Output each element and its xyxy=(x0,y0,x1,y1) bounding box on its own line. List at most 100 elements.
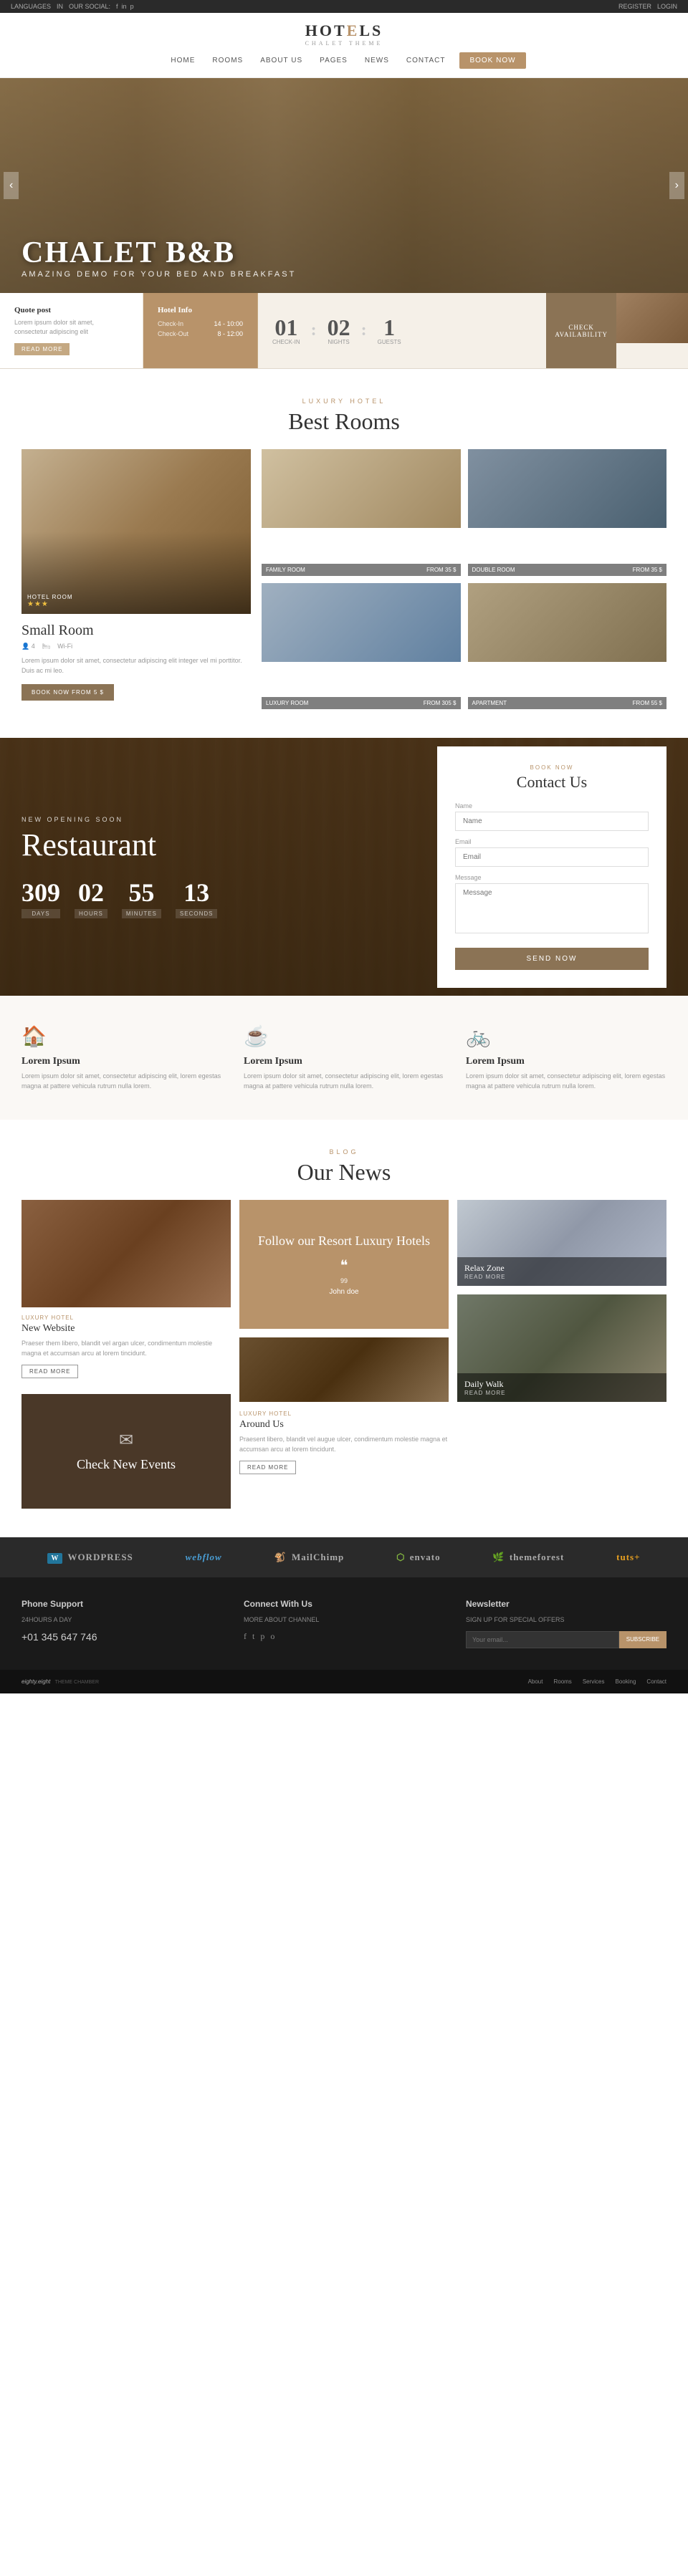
footer-bottom-nav: About Rooms Services Booking Contact xyxy=(528,1678,666,1685)
double-room-price: FROM 35 $ xyxy=(633,567,662,573)
checkin-label: Check-In xyxy=(158,320,183,327)
linkedin-icon[interactable]: in xyxy=(122,3,127,10)
rooms-section-title: Best Rooms xyxy=(22,408,666,435)
family-room-price: FROM 35 $ xyxy=(426,567,456,573)
guests-label: GUESTS xyxy=(378,339,401,345)
room-meta: 👤 4 🛏 Wi-Fi xyxy=(22,643,251,650)
feature-desc-1: Lorem ipsum dolor sit amet, consectetur … xyxy=(22,1072,222,1091)
daily-read-more[interactable]: READ MORE xyxy=(464,1390,659,1396)
features-section: 🏠 Lorem Ipsum Lorem ipsum dolor sit amet… xyxy=(0,996,688,1120)
news-col-1: LUXURY HOTEL New Website Praeser them li… xyxy=(22,1200,231,1509)
nights-label: NIGHTS xyxy=(328,339,350,345)
nav-contact[interactable]: CONTACT xyxy=(398,52,454,69)
feature-icon-1: 🏠 xyxy=(22,1024,222,1049)
news-card-1-image xyxy=(22,1200,231,1307)
hero-next-button[interactable]: › xyxy=(669,172,684,199)
footer-phone-number: +01 345 647 746 xyxy=(22,1629,222,1645)
room-thumb-family[interactable]: FAMILY ROOM FROM 35 $ xyxy=(262,449,461,576)
hours-number: 02 xyxy=(75,878,108,908)
hero-subtitle: AMAZING DEMO FOR YOUR BED AND BREAKFAST xyxy=(22,270,296,279)
partner-themeforest: 🌿 themeforest xyxy=(492,1552,564,1563)
room-thumb-luxury[interactable]: LUXURY ROOM FROM 305 $ xyxy=(262,583,461,710)
check-availability-button[interactable]: CHECKAVAILABILITY xyxy=(546,293,616,368)
footer-pin-icon[interactable]: p xyxy=(260,1631,264,1642)
time-separator-2: : xyxy=(361,321,367,340)
relax-overlay: Relax Zone READ MORE xyxy=(457,1257,666,1286)
countdown-hours: 02 HOURS xyxy=(75,878,108,918)
footer-link-about[interactable]: About xyxy=(528,1678,543,1685)
news-title-1: New Website xyxy=(22,1323,231,1335)
partners-section: W WORDPRESS webflow 🐒 MailChimp ⬡ envato… xyxy=(0,1537,688,1577)
hero-content: CHALET B&B AMAZING DEMO FOR YOUR BED AND… xyxy=(0,221,317,293)
hero-prev-button[interactable]: ‹ xyxy=(4,172,19,199)
footer-bottom: eighty.eight THEME CHAMBER About Rooms S… xyxy=(0,1670,688,1693)
logo-accent: E xyxy=(347,21,360,39)
main-nav: HOME ROOMS ABOUT US PAGES NEWS CONTACT B… xyxy=(162,52,525,69)
footer-brand: eighty.eight THEME CHAMBER xyxy=(22,1678,99,1685)
countdown-minutes: 55 MINUTES xyxy=(122,878,161,918)
footer-tw-icon[interactable]: t xyxy=(252,1631,254,1642)
relax-read-more[interactable]: READ MORE xyxy=(464,1274,659,1280)
mailchimp-icon: 🐒 xyxy=(274,1552,287,1562)
newsletter-email-input[interactable] xyxy=(466,1631,619,1648)
footer-phone: Phone Support 24HOURS A DAY +01 345 647 … xyxy=(22,1599,222,1648)
name-input[interactable] xyxy=(455,812,649,831)
contact-form-panel: BOOK NOW Contact Us Name Email Message S… xyxy=(437,746,666,988)
feature-item-2: ☕ Lorem Ipsum Lorem ipsum dolor sit amet… xyxy=(244,1024,444,1091)
nav-about[interactable]: ABOUT US xyxy=(252,52,311,69)
message-label: Message xyxy=(455,874,649,881)
luxury-room-price: FROM 305 $ xyxy=(424,700,457,706)
footer-yt-icon[interactable]: o xyxy=(270,1631,274,1642)
daily-walk-card: Daily Walk READ MORE xyxy=(457,1294,666,1402)
wordpress-w-icon: W xyxy=(47,1553,62,1564)
news-read-more-1[interactable]: READ MORE xyxy=(22,1365,78,1378)
apartment-image xyxy=(468,583,667,662)
message-input[interactable] xyxy=(455,883,649,933)
name-field: Name xyxy=(455,802,649,831)
nav-news[interactable]: NEWS xyxy=(356,52,398,69)
email-input[interactable] xyxy=(455,847,649,867)
newsletter-subscribe-button[interactable]: SUBSCRIBE xyxy=(619,1631,666,1648)
follow-card: Follow our Resort Luxury Hotels ❝ 99 Joh… xyxy=(239,1200,449,1329)
footer-fb-icon[interactable]: f xyxy=(244,1631,247,1642)
hero-title: CHALET B&B xyxy=(22,236,296,270)
footer-phone-title: Phone Support xyxy=(22,1599,222,1609)
around-read-more[interactable]: READ MORE xyxy=(239,1461,296,1474)
feature-desc-3: Lorem ipsum dolor sit amet, consectetur … xyxy=(466,1072,666,1091)
footer-link-booking[interactable]: Booking xyxy=(616,1678,636,1685)
footer: Phone Support 24HOURS A DAY +01 345 647 … xyxy=(0,1577,688,1669)
facebook-icon[interactable]: f xyxy=(116,3,118,10)
hero-section: ‹ CHALET B&B AMAZING DEMO FOR YOUR BED A… xyxy=(0,78,688,293)
footer-newsletter-title: Newsletter xyxy=(466,1599,666,1609)
footer-link-services[interactable]: Services xyxy=(583,1678,605,1685)
countdown-seconds: 13 SECONDS xyxy=(176,878,218,918)
follow-quote-number: 99 xyxy=(340,1277,348,1284)
book-room-button[interactable]: BOOK NOW FROM 5 $ xyxy=(22,684,114,701)
room-thumb-double[interactable]: DOUBLE ROOM FROM 35 $ xyxy=(468,449,667,576)
register-link[interactable]: REGISTER xyxy=(618,3,651,10)
pinterest-icon[interactable]: p xyxy=(130,3,134,10)
relax-title: Relax Zone xyxy=(464,1263,659,1274)
room-thumb-apartment[interactable]: APARTMENT FROM 55 $ xyxy=(468,583,667,710)
language-selector[interactable]: LANGUAGES xyxy=(11,3,51,10)
book-now-button[interactable]: BOOK NOW xyxy=(459,52,525,69)
footer-link-rooms[interactable]: Rooms xyxy=(553,1678,571,1685)
nav-pages[interactable]: PAGES xyxy=(311,52,356,69)
feature-title-1: Lorem Ipsum xyxy=(22,1056,222,1067)
check-events-card[interactable]: ✉ Check New Events xyxy=(22,1394,231,1509)
minutes-label: MINUTES xyxy=(122,909,161,918)
feature-title-3: Lorem Ipsum xyxy=(466,1056,666,1067)
send-button[interactable]: SEND NOW xyxy=(455,948,649,970)
news-category-1: LUXURY HOTEL xyxy=(22,1315,231,1321)
nav-rooms[interactable]: ROOMS xyxy=(204,52,252,69)
quote-read-more-button[interactable]: READ MORE xyxy=(14,343,70,355)
family-room-name: FAMILY ROOM xyxy=(266,567,305,573)
nav-home[interactable]: HOME xyxy=(162,52,204,69)
events-icon: ✉ xyxy=(119,1430,133,1451)
restaurant-left: NEW OPENING SOON Restaurant 309 DAYS 02 … xyxy=(22,816,437,918)
top-bar: LANGUAGES IN OUR SOCIAL: f in p REGISTER… xyxy=(0,0,688,13)
feature-icon-3: 🚲 xyxy=(466,1024,666,1049)
login-link[interactable]: LOGIN xyxy=(657,3,677,10)
checkout-row: Check-Out 8 - 12:00 xyxy=(158,330,243,337)
footer-link-contact[interactable]: Contact xyxy=(646,1678,666,1685)
